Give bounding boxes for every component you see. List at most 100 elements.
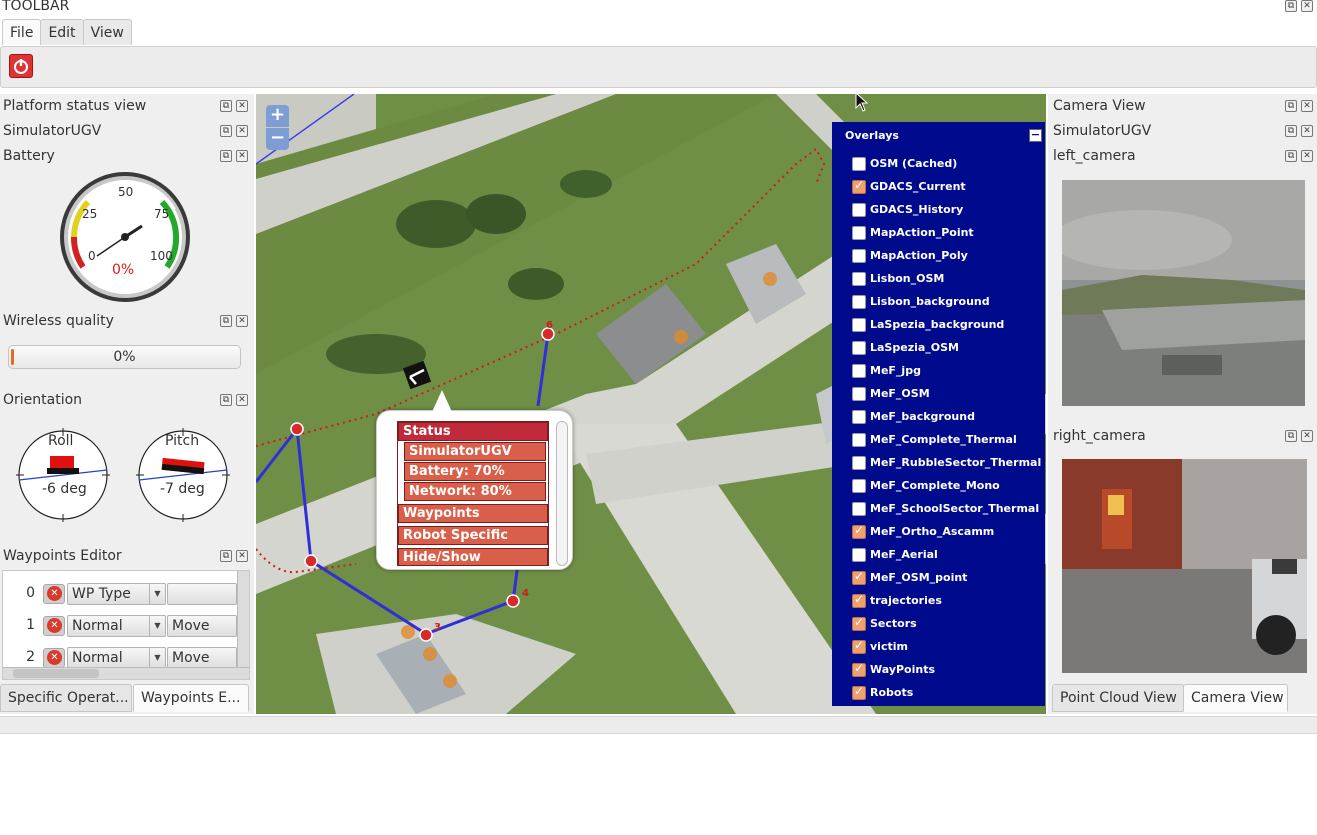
- popup-status[interactable]: Status: [398, 422, 548, 441]
- overlay-item[interactable]: MeF_Complete_Mono: [852, 474, 1000, 497]
- overlay-item[interactable]: MeF_background: [852, 405, 975, 428]
- close-icon[interactable]: ✕: [1301, 0, 1313, 12]
- zoom-out-button[interactable]: −: [266, 128, 289, 150]
- close-icon[interactable]: ✕: [236, 550, 248, 562]
- close-icon[interactable]: ✕: [236, 125, 248, 137]
- wp-type-select[interactable]: Normal ▼: [67, 615, 166, 637]
- wp-type-select[interactable]: Normal ▼: [67, 647, 166, 669]
- float-icon[interactable]: ⧉: [1285, 100, 1297, 112]
- float-icon[interactable]: ⧉: [220, 550, 232, 562]
- vertical-scrollbar[interactable]: [237, 571, 249, 667]
- overlay-checkbox[interactable]: [852, 271, 866, 286]
- overlay-item[interactable]: MapAction_Point: [852, 221, 974, 244]
- tab-specific-operations[interactable]: Specific Operat...: [0, 684, 132, 712]
- float-icon[interactable]: ⧉: [220, 150, 232, 162]
- float-icon[interactable]: ⧉: [220, 394, 232, 406]
- overlay-item[interactable]: GDACS_Current: [852, 175, 966, 198]
- overlay-checkbox[interactable]: [852, 178, 866, 194]
- close-icon[interactable]: ✕: [236, 315, 248, 327]
- overlay-checkbox[interactable]: [852, 547, 866, 562]
- menu-file[interactable]: File: [2, 19, 42, 45]
- wp-action-field[interactable]: [167, 583, 237, 605]
- tab-camera-view[interactable]: Camera View: [1183, 684, 1288, 712]
- close-icon[interactable]: ✕: [1301, 125, 1313, 137]
- float-icon[interactable]: ⧉: [220, 100, 232, 112]
- overlay-item[interactable]: GDACS_History: [852, 198, 963, 221]
- tab-point-cloud-view[interactable]: Point Cloud View: [1052, 684, 1184, 712]
- menu-edit[interactable]: Edit: [40, 19, 84, 45]
- overlay-checkbox[interactable]: [852, 409, 866, 424]
- map-view[interactable]: 6 4 3 + − Status SimulatorUGV Battery: 7…: [256, 94, 1046, 714]
- waypoint-marker[interactable]: [419, 628, 433, 642]
- overlay-checkbox[interactable]: [852, 340, 866, 355]
- overlay-item[interactable]: MeF_Complete_Thermal: [852, 428, 1017, 451]
- delete-waypoint-button[interactable]: ✕: [43, 584, 65, 604]
- menu-view[interactable]: View: [82, 19, 132, 45]
- overlay-checkbox[interactable]: [852, 478, 866, 493]
- waypoint-marker[interactable]: [290, 422, 304, 436]
- float-icon[interactable]: ⧉: [1285, 125, 1297, 137]
- overlay-item[interactable]: MeF_jpg: [852, 359, 921, 382]
- overlay-item[interactable]: MapAction_Poly: [852, 244, 968, 267]
- close-icon[interactable]: ✕: [1301, 430, 1313, 442]
- popup-waypoints[interactable]: Waypoints: [398, 504, 548, 523]
- overlay-checkbox[interactable]: [852, 684, 866, 700]
- popup-hide-show[interactable]: Hide/Show: [398, 548, 548, 565]
- close-icon[interactable]: ✕: [236, 394, 248, 406]
- overlay-checkbox[interactable]: [852, 432, 866, 447]
- wp-type-select[interactable]: WP Type ▼: [67, 583, 166, 605]
- overlay-checkbox[interactable]: [852, 523, 866, 539]
- overlay-checkbox[interactable]: [852, 202, 866, 217]
- scrollbar-handle[interactable]: [13, 669, 99, 678]
- waypoint-marker[interactable]: [506, 594, 520, 608]
- float-icon[interactable]: ⧉: [1285, 150, 1297, 162]
- delete-waypoint-button[interactable]: ✕: [43, 616, 65, 636]
- overlay-checkbox[interactable]: [852, 661, 866, 677]
- overlay-checkbox[interactable]: [852, 615, 866, 631]
- overlay-item[interactable]: Robots: [852, 681, 913, 704]
- overlay-item[interactable]: OSM (Cached): [852, 152, 957, 175]
- overlay-checkbox[interactable]: [852, 455, 866, 470]
- overlay-item[interactable]: Lisbon_OSM: [852, 267, 944, 290]
- zoom-in-button[interactable]: +: [266, 105, 289, 127]
- delete-waypoint-button[interactable]: ✕: [43, 648, 65, 668]
- waypoint-marker[interactable]: [304, 554, 318, 568]
- overlay-checkbox[interactable]: [852, 363, 866, 378]
- overlay-item[interactable]: LaSpezia_background: [852, 313, 1004, 336]
- close-icon[interactable]: ✕: [236, 150, 248, 162]
- close-icon[interactable]: ✕: [1301, 100, 1313, 112]
- overlay-item[interactable]: Lisbon_background: [852, 290, 990, 313]
- overlay-item[interactable]: Sectors: [852, 612, 917, 635]
- overlay-item[interactable]: WayPoints: [852, 658, 935, 681]
- overlay-checkbox[interactable]: [852, 225, 866, 240]
- float-icon[interactable]: ⧉: [220, 125, 232, 137]
- popup-robot-specific[interactable]: Robot Specific: [398, 526, 548, 545]
- float-icon[interactable]: ⧉: [220, 315, 232, 327]
- overlay-checkbox[interactable]: [852, 638, 866, 654]
- overlay-item[interactable]: MeF_OSM_point: [852, 566, 967, 589]
- close-icon[interactable]: ✕: [236, 100, 248, 112]
- float-icon[interactable]: ⧉: [1285, 430, 1297, 442]
- overlay-checkbox[interactable]: [852, 317, 866, 332]
- popup-scrollbar[interactable]: [556, 421, 568, 566]
- overlay-checkbox[interactable]: [852, 156, 866, 171]
- horizontal-scrollbar[interactable]: [3, 667, 249, 679]
- overlay-item[interactable]: MeF_OSM: [852, 382, 930, 405]
- power-button[interactable]: [9, 54, 33, 78]
- collapse-icon[interactable]: −: [1029, 129, 1042, 142]
- overlay-checkbox[interactable]: [852, 294, 866, 309]
- overlay-item[interactable]: trajectories: [852, 589, 942, 612]
- overlay-item[interactable]: MeF_Ortho_Ascamm: [852, 520, 994, 543]
- overlay-item[interactable]: victim: [852, 635, 908, 658]
- tab-waypoints-editor[interactable]: Waypoints E...: [133, 684, 249, 712]
- overlay-item[interactable]: MeF_SchoolSector_Thermal: [852, 497, 1039, 520]
- overlay-checkbox[interactable]: [852, 386, 866, 401]
- wp-action-field[interactable]: Move: [167, 615, 237, 637]
- wp-action-field[interactable]: Move: [167, 647, 237, 669]
- overlay-item[interactable]: MeF_RubbleSector_Thermal: [852, 451, 1041, 474]
- close-icon[interactable]: ✕: [1301, 150, 1313, 162]
- overlay-checkbox[interactable]: [852, 569, 866, 585]
- overlay-checkbox[interactable]: [852, 592, 866, 608]
- float-icon[interactable]: ⧉: [1285, 0, 1297, 12]
- overlay-item[interactable]: MeF_Aerial: [852, 543, 938, 566]
